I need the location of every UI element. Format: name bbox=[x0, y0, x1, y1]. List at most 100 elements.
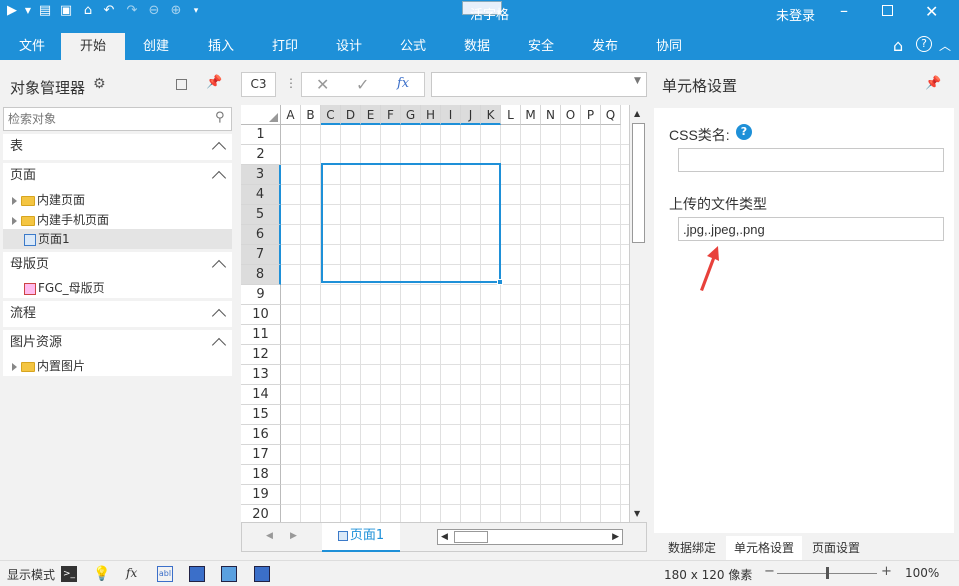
expand-formula-icon[interactable]: ▼ bbox=[634, 76, 641, 86]
row-header-6[interactable]: 6 bbox=[241, 225, 281, 245]
label-icon[interactable]: abl bbox=[157, 566, 173, 582]
row-header-7[interactable]: 7 bbox=[241, 245, 281, 265]
collapse-all-icon[interactable] bbox=[176, 79, 187, 90]
column-header-o[interactable]: O bbox=[561, 105, 581, 125]
help-icon[interactable]: ? bbox=[736, 124, 752, 140]
select-all-corner[interactable] bbox=[241, 105, 281, 125]
row-header-11[interactable]: 11 bbox=[241, 325, 281, 345]
row-header-3[interactable]: 3 bbox=[241, 165, 281, 185]
sheet-tab-page1[interactable]: 页面1 bbox=[322, 523, 400, 552]
tab-collab[interactable]: 协同 bbox=[645, 33, 693, 60]
upload-type-input[interactable] bbox=[678, 217, 944, 241]
scroll-left-icon[interactable]: ◀ bbox=[441, 532, 448, 542]
column-header-m[interactable]: M bbox=[521, 105, 541, 125]
tab-page-settings[interactable]: 页面设置 bbox=[806, 536, 866, 560]
section-flow[interactable]: 流程 bbox=[3, 301, 232, 327]
new-file-icon[interactable]: ▤ bbox=[37, 3, 53, 19]
chevron-up-icon[interactable] bbox=[211, 337, 227, 353]
scroll-up-icon[interactable]: ▲ bbox=[634, 109, 640, 118]
close-icon[interactable]: ✕ bbox=[925, 2, 938, 21]
expand-icon[interactable] bbox=[12, 196, 17, 205]
maximize-icon[interactable] bbox=[882, 5, 893, 16]
tab-insert[interactable]: 插入 bbox=[197, 33, 245, 60]
search-icon[interactable]: ⚲ bbox=[215, 110, 225, 125]
confirm-icon[interactable]: ✓ bbox=[356, 75, 369, 94]
row-header-16[interactable]: 16 bbox=[241, 425, 281, 445]
css-class-input[interactable] bbox=[678, 148, 944, 172]
zoom-in-icon[interactable]: + bbox=[881, 564, 892, 579]
scroll-thumb[interactable] bbox=[632, 123, 645, 243]
row-header-2[interactable]: 2 bbox=[241, 145, 281, 165]
tree-item-builtin-image[interactable]: 内置图片 bbox=[12, 356, 85, 376]
row-header-15[interactable]: 15 bbox=[241, 405, 281, 425]
pin-icon[interactable]: 📌 bbox=[925, 76, 941, 91]
expand-icon[interactable] bbox=[12, 216, 17, 225]
column-header-a[interactable]: A bbox=[281, 105, 301, 125]
undo-icon[interactable]: ↶ bbox=[101, 3, 117, 19]
terminal-icon[interactable]: >_ bbox=[61, 566, 77, 582]
chevron-up-icon[interactable] bbox=[211, 170, 227, 186]
zoom-slider-thumb[interactable] bbox=[826, 567, 829, 579]
spreadsheet-grid[interactable]: ABCDEFGHIJKLMNOPQ 1 2 3 4 5 6 7 8 9 10 11 12 13 14 15 1… bbox=[241, 105, 629, 522]
scroll-right-icon[interactable]: ▶ bbox=[612, 532, 619, 542]
column-header-p[interactable]: P bbox=[581, 105, 601, 125]
column-header-j[interactable]: J bbox=[461, 105, 481, 125]
cancel-icon[interactable]: ✕ bbox=[316, 75, 329, 94]
cell-reference-box[interactable]: C3 bbox=[241, 72, 276, 97]
search-input[interactable] bbox=[3, 107, 232, 131]
tab-publish[interactable]: 发布 bbox=[581, 33, 629, 60]
tree-item-page1[interactable]: 页面1 bbox=[3, 229, 232, 249]
row-header-10[interactable]: 10 bbox=[241, 305, 281, 325]
login-status[interactable]: 未登录 bbox=[776, 5, 815, 24]
tab-home[interactable]: 开始 bbox=[61, 33, 125, 60]
collapse-ribbon-icon[interactable]: ︿ bbox=[939, 37, 951, 54]
open-folder-icon[interactable]: ⌂ bbox=[80, 3, 96, 19]
function-icon[interactable]: fx bbox=[126, 566, 142, 582]
expand-icon[interactable] bbox=[12, 362, 17, 371]
tab-design[interactable]: 设计 bbox=[325, 33, 373, 60]
tree-item-fgc-master[interactable]: FGC_母版页 bbox=[24, 278, 105, 298]
tab-data-binding[interactable]: 数据绑定 bbox=[662, 536, 722, 560]
zoom-out-icon[interactable]: − bbox=[764, 564, 775, 579]
home-icon[interactable]: ⌂ bbox=[893, 36, 903, 55]
function-icon[interactable]: fx bbox=[397, 76, 409, 91]
tab-create[interactable]: 创建 bbox=[132, 33, 180, 60]
row-header-12[interactable]: 12 bbox=[241, 345, 281, 365]
row-header-13[interactable]: 13 bbox=[241, 365, 281, 385]
column-header-l[interactable]: L bbox=[501, 105, 521, 125]
section-page[interactable]: 页面 bbox=[3, 163, 232, 189]
column-header-c[interactable]: C bbox=[321, 105, 341, 125]
row-header-14[interactable]: 14 bbox=[241, 385, 281, 405]
row-header-8[interactable]: 8 bbox=[241, 265, 281, 285]
column-header-h[interactable]: H bbox=[421, 105, 441, 125]
column-header-d[interactable]: D bbox=[341, 105, 361, 125]
grid-icon[interactable] bbox=[254, 566, 270, 582]
h-scroll-thumb[interactable] bbox=[454, 531, 488, 543]
forward-icon[interactable]: ⊕ bbox=[168, 3, 184, 19]
gear-icon[interactable]: ⚙ bbox=[93, 76, 106, 92]
tab-formula[interactable]: 公式 bbox=[389, 33, 437, 60]
pin-icon[interactable]: 📌 bbox=[206, 75, 222, 90]
layout-icon[interactable] bbox=[221, 566, 237, 582]
section-master[interactable]: 母版页 bbox=[3, 252, 232, 278]
row-header-20[interactable]: 20 bbox=[241, 505, 281, 522]
bulb-icon[interactable]: 💡 bbox=[93, 566, 110, 582]
row-header-9[interactable]: 9 bbox=[241, 285, 281, 305]
customize-icon[interactable]: ▾ bbox=[188, 3, 204, 19]
next-sheet-icon[interactable]: ▶ bbox=[290, 531, 297, 541]
formula-input[interactable] bbox=[431, 72, 647, 97]
row-header-5[interactable]: 5 bbox=[241, 205, 281, 225]
column-header-i[interactable]: I bbox=[441, 105, 461, 125]
fill-handle[interactable] bbox=[497, 279, 503, 285]
chevron-up-icon[interactable] bbox=[211, 308, 227, 324]
column-header-e[interactable]: E bbox=[361, 105, 381, 125]
section-table[interactable]: 表 bbox=[3, 134, 232, 160]
column-header-q[interactable]: Q bbox=[601, 105, 621, 125]
column-header-n[interactable]: N bbox=[541, 105, 561, 125]
dropdown-icon[interactable]: ▼ bbox=[20, 3, 36, 19]
tab-cell-settings[interactable]: 单元格设置 bbox=[726, 536, 803, 560]
tab-file[interactable]: 文件 bbox=[8, 33, 56, 60]
tree-item-builtin-page[interactable]: 内建页面 bbox=[12, 190, 85, 210]
column-header-f[interactable]: F bbox=[381, 105, 401, 125]
tab-data[interactable]: 数据 bbox=[453, 33, 501, 60]
